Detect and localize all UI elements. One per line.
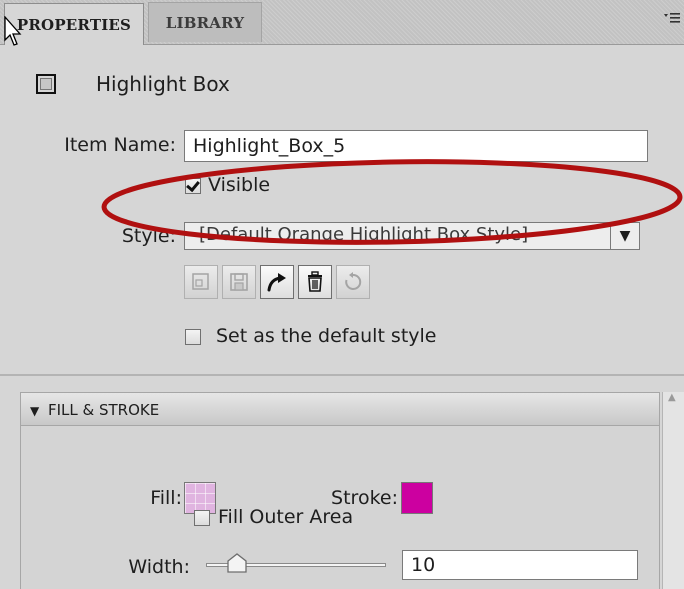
- default-style-checkbox[interactable]: [185, 329, 201, 345]
- scroll-up-icon[interactable]: ▲: [668, 392, 676, 403]
- fill-stroke-title: FILL & STROKE: [48, 401, 160, 419]
- item-name-label: Item Name:: [64, 134, 176, 156]
- chevron-down-icon[interactable]: ▼: [610, 223, 639, 249]
- slider-thumb-icon[interactable]: [226, 553, 248, 573]
- stroke-color-swatch[interactable]: [401, 482, 433, 514]
- tab-properties-label: PROPERTIES: [16, 15, 132, 34]
- redefine-style-button[interactable]: [260, 265, 294, 299]
- delete-style-button[interactable]: [298, 265, 332, 299]
- fill-outer-area-label: Fill Outer Area: [218, 506, 354, 528]
- save-style-button[interactable]: [222, 265, 256, 299]
- create-style-button[interactable]: [184, 265, 218, 299]
- fill-outer-area-checkbox[interactable]: [194, 510, 210, 526]
- width-input[interactable]: 10: [402, 550, 638, 580]
- style-dropdown[interactable]: [Default Orange Highlight Box Style] ▼: [184, 222, 640, 250]
- panel-tab-bar: PROPERTIES LIBRARY: [0, 0, 684, 45]
- highlight-box-icon: [36, 74, 56, 94]
- item-type-title: Highlight Box: [96, 72, 230, 96]
- style-dropdown-value: [Default Orange Highlight Box Style]: [199, 224, 529, 245]
- reset-style-icon: [345, 272, 362, 290]
- fill-label: Fill:: [150, 487, 182, 509]
- redefine-style-icon: [267, 273, 286, 292]
- trash-icon: [308, 271, 322, 292]
- style-label: Style:: [121, 225, 176, 247]
- tab-library[interactable]: LIBRARY: [148, 2, 262, 42]
- default-style-label: Set as the default style: [216, 325, 437, 347]
- panel-scrollbar[interactable]: [662, 392, 684, 589]
- panel-menu-icon[interactable]: [662, 12, 682, 28]
- item-name-input[interactable]: Highlight_Box_5: [184, 130, 648, 162]
- width-label: Width:: [128, 556, 190, 578]
- section-divider: [0, 374, 684, 376]
- reset-style-button[interactable]: [336, 265, 370, 299]
- mouse-cursor-icon: [4, 16, 22, 46]
- create-style-icon: [192, 273, 209, 290]
- tab-library-label: LIBRARY: [165, 13, 245, 32]
- save-style-icon: [230, 273, 248, 291]
- collapse-triangle-icon[interactable]: ▼: [30, 404, 39, 418]
- visible-checkbox[interactable]: [185, 178, 201, 194]
- visible-label: Visible: [208, 174, 271, 196]
